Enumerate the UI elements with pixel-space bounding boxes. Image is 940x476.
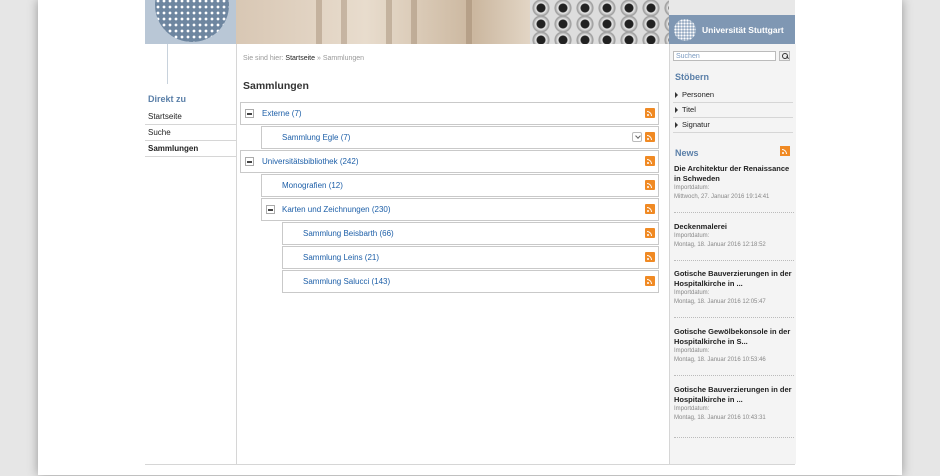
chevron-down-icon[interactable] <box>632 132 642 142</box>
search-input[interactable]: Suchen <box>673 51 776 61</box>
seal-icon <box>674 18 696 41</box>
minus-toggle-icon[interactable] <box>245 109 254 118</box>
nav-item-startseite[interactable]: Startseite <box>145 109 236 125</box>
news-import-label: Importdatum: <box>674 290 710 296</box>
tree-node-label[interactable]: Monografien (12) <box>282 181 343 190</box>
browse-heading: Stöbern <box>675 72 710 82</box>
news-title[interactable]: Die Architektur der Renaissance in Schwe… <box>674 164 794 184</box>
breadcrumb-prefix: Sie sind hier: <box>243 55 284 62</box>
breadcrumb: Sie sind hier: Startseite » Sammlungen <box>243 55 364 62</box>
tree-node: Sammlung Salucci (143) <box>282 270 659 293</box>
left-nav-list: Startseite Suche Sammlungen <box>145 109 236 157</box>
right-sidebar: Suchen Stöbern Personen Titel Signatur N… <box>669 44 796 464</box>
tree-node-label[interactable]: Externe (7) <box>262 109 302 118</box>
page: Universität Stuttgart Direkt zu Startsei… <box>38 0 902 475</box>
nav-item-sammlungen[interactable]: Sammlungen <box>145 141 236 157</box>
breadcrumb-home-link[interactable]: Startseite <box>285 55 315 62</box>
news-title[interactable]: Gotische Bauverzierungen in der Hospital… <box>674 269 794 289</box>
news-item: Die Architektur der Renaissance in Schwe… <box>674 164 794 213</box>
news-import-label: Importdatum: <box>674 233 710 239</box>
news-item: Gotische Gewölbekonsole in der Hospitalk… <box>674 327 794 376</box>
tree-node-label[interactable]: Sammlung Egle (7) <box>282 133 350 142</box>
rss-icon[interactable] <box>645 132 655 142</box>
university-logo[interactable]: Universität Stuttgart <box>669 15 795 44</box>
browse-item-titel[interactable]: Titel <box>673 103 793 118</box>
tree-node: Karten und Zeichnungen (230) <box>261 198 659 221</box>
divider <box>167 44 168 84</box>
rss-icon[interactable] <box>645 156 655 166</box>
browse-item-personen[interactable]: Personen <box>673 88 793 103</box>
header-architecture-image <box>236 0 669 44</box>
rss-icon[interactable] <box>780 146 790 156</box>
rss-icon[interactable] <box>645 252 655 262</box>
rss-icon[interactable] <box>645 276 655 286</box>
news-title[interactable]: Deckenmalerei <box>674 222 794 232</box>
tree-node-label[interactable]: Sammlung Leins (21) <box>303 253 379 262</box>
news-import-label: Importdatum: <box>674 185 710 191</box>
dotted-seal-graphic <box>155 0 229 42</box>
search-icon[interactable] <box>779 51 790 61</box>
news-import-label: Importdatum: <box>674 348 710 354</box>
page-title: Sammlungen <box>243 80 309 92</box>
news-import-date: Montag, 18. Januar 2016 12:05:47 <box>674 299 766 305</box>
tree-node: Externe (7) <box>240 102 659 125</box>
rss-icon[interactable] <box>645 204 655 214</box>
rss-icon[interactable] <box>645 108 655 118</box>
minus-toggle-icon[interactable] <box>245 157 254 166</box>
tree-node: Monografien (12) <box>261 174 659 197</box>
tree-node-label[interactable]: Universitätsbibliothek (242) <box>262 157 359 166</box>
header-left-emblem <box>145 0 236 44</box>
news-import-date: Montag, 18. Januar 2016 10:53:46 <box>674 357 766 363</box>
left-sidebar: Direkt zu Startseite Suche Sammlungen <box>145 44 237 464</box>
news-title[interactable]: Gotische Gewölbekonsole in der Hospitalk… <box>674 327 794 347</box>
news-import-date: Montag, 18. Januar 2016 12:18:52 <box>674 242 766 248</box>
direkt-zu-heading: Direkt zu <box>148 94 187 104</box>
footer <box>145 464 795 476</box>
tree-node: Sammlung Beisbarth (66) <box>282 222 659 245</box>
news-import-label: Importdatum: <box>674 406 710 412</box>
news-title[interactable]: Gotische Bauverzierungen in der Hospital… <box>674 385 794 405</box>
news-heading: News <box>675 148 699 158</box>
breadcrumb-separator: » <box>316 55 321 62</box>
breadcrumb-current: Sammlungen <box>322 55 365 62</box>
tree-node: Universitätsbibliothek (242) <box>240 150 659 173</box>
rss-icon[interactable] <box>645 180 655 190</box>
minus-toggle-icon[interactable] <box>266 205 275 214</box>
tree-node: Sammlung Egle (7) <box>261 126 659 149</box>
rss-icon[interactable] <box>645 228 655 238</box>
news-item: Gotische Bauverzierungen in der Hospital… <box>674 269 794 318</box>
nav-item-suche[interactable]: Suche <box>145 125 236 141</box>
tree-node-label[interactable]: Karten und Zeichnungen (230) <box>282 205 391 214</box>
tree-node-label[interactable]: Sammlung Salucci (143) <box>303 277 390 286</box>
tree-node-label[interactable]: Sammlung Beisbarth (66) <box>303 229 394 238</box>
news-item: Gotische Bauverzierungen in der Hospital… <box>674 385 794 438</box>
news-import-date: Mittwoch, 27. Januar 2016 19:14:41 <box>674 194 770 200</box>
news-import-date: Montag, 18. Januar 2016 10:43:31 <box>674 415 766 421</box>
header-banner: Universität Stuttgart <box>38 0 902 44</box>
tree-node: Sammlung Leins (21) <box>282 246 659 269</box>
coffered-ceiling-image <box>530 0 669 44</box>
university-name: Universität Stuttgart <box>702 24 784 35</box>
browse-item-signatur[interactable]: Signatur <box>673 118 793 133</box>
news-item: Deckenmalerei Importdatum: Montag, 18. J… <box>674 222 794 261</box>
browse-list: Personen Titel Signatur <box>673 88 793 133</box>
